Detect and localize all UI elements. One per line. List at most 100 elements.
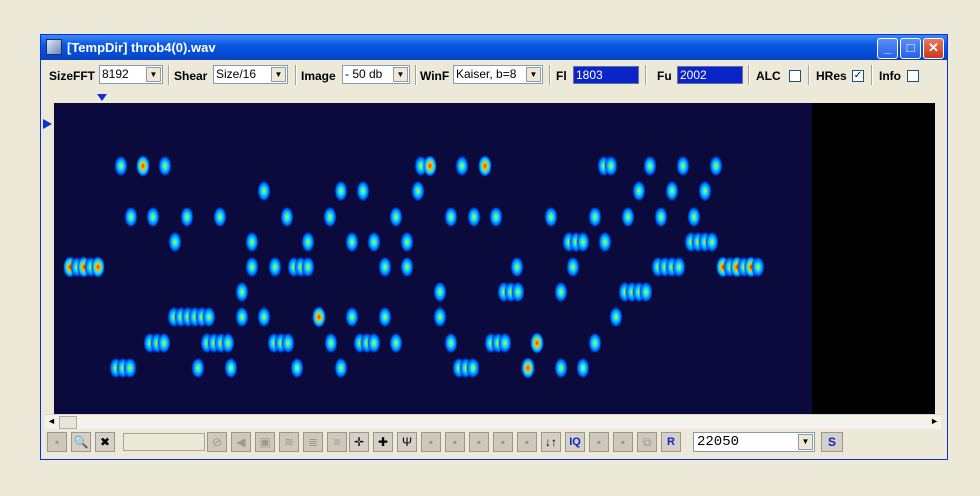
separator xyxy=(808,65,810,85)
signal-blob xyxy=(498,332,512,354)
spectrogram-view[interactable] xyxy=(54,103,935,414)
swap-button[interactable]: ↓↑ xyxy=(541,432,561,452)
copy-button[interactable]: ⧉ xyxy=(637,432,657,452)
info-checkbox[interactable] xyxy=(907,70,919,82)
r-button[interactable]: R xyxy=(661,432,681,452)
signal-blob xyxy=(511,281,525,303)
app-icon[interactable] xyxy=(46,39,62,55)
signal-blob xyxy=(510,256,524,278)
settings-toolbar: SizeFFT 8192 ▼ Shear Size/16 ▼ Image - 5… xyxy=(43,62,945,88)
signal-blob xyxy=(158,155,172,177)
title-bar[interactable]: [TempDir] throb4(0).wav _ □ ✕ xyxy=(41,35,947,60)
signal-blob xyxy=(191,357,205,379)
shear-select[interactable]: Size/16 ▼ xyxy=(213,65,288,84)
chevron-down-icon[interactable]: ▼ xyxy=(146,67,161,82)
block5-button[interactable]: ▪ xyxy=(517,432,537,452)
spectrogram-canvas[interactable] xyxy=(54,103,935,414)
frequency-ruler[interactable] xyxy=(41,89,947,103)
hres-checkbox[interactable]: ✓ xyxy=(852,70,864,82)
zoom-button[interactable]: 🔍 xyxy=(71,432,91,452)
signal-blob xyxy=(356,180,370,202)
list-button[interactable]: ≣ xyxy=(303,432,323,452)
sizefft-select[interactable]: 8192 ▼ xyxy=(99,65,163,84)
sample-rate-select[interactable]: 22050 ▼ xyxy=(693,432,815,452)
signal-blob xyxy=(530,332,544,354)
signal-blob xyxy=(654,206,668,228)
page-button[interactable]: ▪ xyxy=(47,432,67,452)
tune-down-button[interactable]: ✚ xyxy=(373,432,393,452)
chevron-down-icon[interactable]: ▼ xyxy=(271,67,286,82)
separator xyxy=(295,65,297,85)
fl-input[interactable]: 1803 xyxy=(573,66,639,84)
sizefft-label: SizeFFT xyxy=(49,69,96,83)
signal-blob xyxy=(324,332,338,354)
block4-button[interactable]: ▪ xyxy=(493,432,513,452)
signal-blob xyxy=(643,155,657,177)
signal-blob xyxy=(257,306,271,328)
frame-button[interactable]: ▣ xyxy=(255,432,275,452)
alc-checkbox[interactable] xyxy=(789,70,801,82)
signal-blob xyxy=(665,180,679,202)
winf-select[interactable]: Kaiser, b=8 ▼ xyxy=(453,65,543,84)
scroll-left-icon[interactable]: ◄ xyxy=(47,416,56,426)
close-button[interactable]: ✕ xyxy=(923,38,944,59)
filter-button[interactable]: ≋ xyxy=(279,432,299,452)
signal-blob xyxy=(334,357,348,379)
speaker-button[interactable]: ◀ xyxy=(231,432,251,452)
signal-blob xyxy=(478,155,492,177)
scroll-thumb[interactable] xyxy=(59,416,77,429)
signal-blob xyxy=(455,155,469,177)
image-select[interactable]: - 50 db ▼ xyxy=(342,65,410,84)
stop-button[interactable]: ⊘ xyxy=(207,432,227,452)
signal-blob xyxy=(123,357,137,379)
block7-button[interactable]: ▪ xyxy=(613,432,633,452)
signal-blob xyxy=(245,256,259,278)
signal-blob xyxy=(566,256,580,278)
signal-blob xyxy=(146,206,160,228)
chevron-down-icon[interactable]: ▼ xyxy=(393,67,408,82)
chevron-down-icon[interactable]: ▼ xyxy=(798,434,813,450)
winf-label: WinF xyxy=(420,69,450,83)
separator xyxy=(168,65,170,85)
signal-blob xyxy=(621,206,635,228)
tune-up-button[interactable]: ✛ xyxy=(349,432,369,452)
signal-blob xyxy=(751,256,765,278)
s-button[interactable]: S xyxy=(821,432,843,452)
chevron-down-icon[interactable]: ▼ xyxy=(526,67,541,82)
signal-blob xyxy=(334,180,348,202)
top-marker-icon[interactable] xyxy=(97,94,107,101)
block1-button[interactable]: ▪ xyxy=(421,432,441,452)
block6-button[interactable]: ▪ xyxy=(589,432,609,452)
bottom-toolbar: ▪ 🔍 ✖ ⊘ ◀ ▣ ≋ ≣ ≡ ✛ ✚ Ψ ▪ ▪ ▪ ▪ ▪ ↓↑ IQ ▪ ▪ ⧉ R 22050 ▼ S xyxy=(45,430,941,456)
delete-button[interactable]: ✖ xyxy=(95,432,115,452)
signal-blob xyxy=(444,206,458,228)
iq-button[interactable]: IQ xyxy=(565,432,585,452)
scroll-right-icon[interactable]: ► xyxy=(930,416,939,426)
horizontal-scrollbar[interactable]: ◄ ► xyxy=(45,414,941,429)
signal-blob xyxy=(576,231,590,253)
signal-blob xyxy=(598,231,612,253)
signal-blob xyxy=(257,180,271,202)
signal-blob xyxy=(323,206,337,228)
block3-button[interactable]: ▪ xyxy=(469,432,489,452)
signal-blob xyxy=(433,281,447,303)
maximize-button[interactable]: □ xyxy=(900,38,921,59)
separator xyxy=(415,65,417,85)
signal-blob xyxy=(281,332,295,354)
signal-blob xyxy=(709,155,723,177)
signal-blob xyxy=(521,357,535,379)
block2-button[interactable]: ▪ xyxy=(445,432,465,452)
antenna-button[interactable]: Ψ xyxy=(397,432,417,452)
signal-blob xyxy=(168,231,182,253)
signal-blob xyxy=(466,357,480,379)
signal-blob xyxy=(400,231,414,253)
app-window: [TempDir] throb4(0).wav _ □ ✕ SizeFFT 81… xyxy=(40,34,948,460)
signal-blob xyxy=(433,306,447,328)
signal-blob xyxy=(235,281,249,303)
fu-input[interactable]: 2002 xyxy=(677,66,743,84)
minimize-button[interactable]: _ xyxy=(877,38,898,59)
spectrum-button[interactable]: ≡ xyxy=(327,432,347,452)
left-marker-icon[interactable] xyxy=(42,117,54,131)
signal-blob xyxy=(389,332,403,354)
signal-blob xyxy=(423,155,437,177)
